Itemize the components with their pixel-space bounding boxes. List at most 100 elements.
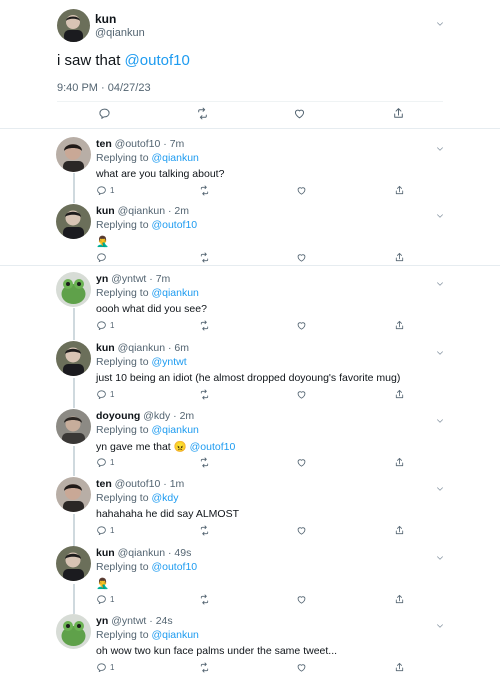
avatar[interactable] (56, 137, 91, 172)
mention-link[interactable]: @qiankun (151, 424, 198, 436)
author-name[interactable]: yn (96, 615, 108, 627)
retweet-icon[interactable] (196, 107, 209, 120)
reply-time[interactable]: 7m (156, 273, 171, 285)
reply-header: kun @qiankun · 6m (96, 342, 189, 354)
avatar[interactable] (56, 341, 91, 376)
author-handle[interactable]: @kdy (143, 410, 170, 422)
like-icon[interactable] (296, 389, 307, 400)
like-icon[interactable] (296, 594, 307, 605)
avatar[interactable] (56, 477, 91, 512)
chevron-down-icon[interactable] (435, 141, 445, 159)
share-icon[interactable] (394, 662, 405, 673)
reply-time[interactable]: 1m (170, 478, 185, 490)
avatar[interactable] (56, 272, 91, 307)
retweet-icon[interactable] (199, 185, 210, 196)
author-handle[interactable]: @outof10 (115, 478, 161, 490)
avatar[interactable] (56, 546, 91, 581)
chevron-down-icon[interactable] (435, 345, 445, 363)
share-icon[interactable] (392, 107, 405, 120)
reply-text: oooh what did you see? (96, 303, 207, 315)
avatar[interactable] (56, 204, 91, 239)
reply-tweet: ten @outof10 · 1m Replying to @kdy hahah… (0, 477, 500, 537)
comment-button[interactable]: 1 (96, 457, 114, 468)
comment-button[interactable]: 1 (96, 662, 114, 673)
chevron-down-icon[interactable] (435, 618, 445, 636)
avatar[interactable] (57, 9, 90, 42)
share-icon[interactable] (394, 185, 405, 196)
comment-button[interactable]: 1 (96, 185, 114, 196)
retweet-icon[interactable] (199, 389, 210, 400)
author-name[interactable]: doyoung (96, 410, 140, 422)
author-handle[interactable]: @yntwt (111, 273, 146, 285)
like-icon[interactable] (296, 457, 307, 468)
mention-link[interactable]: @yntwt (151, 356, 186, 368)
author-name[interactable]: kun (96, 547, 115, 559)
author-name[interactable]: kun (96, 205, 115, 217)
reply-time[interactable]: 24s (156, 615, 173, 627)
reply-time[interactable]: 7m (170, 138, 185, 150)
author-handle[interactable]: @yntwt (111, 615, 146, 627)
mention-link[interactable]: @outof10 (125, 52, 190, 69)
like-icon[interactable] (296, 185, 307, 196)
author-handle[interactable]: @outof10 (115, 138, 161, 150)
action-bar: 1 (96, 185, 406, 197)
chevron-down-icon[interactable] (435, 413, 445, 431)
retweet-icon[interactable] (199, 252, 210, 263)
chevron-down-icon[interactable] (435, 276, 445, 294)
mention-link[interactable]: @outof10 (151, 561, 197, 573)
reply-count: 1 (110, 321, 115, 330)
tweet-timestamp[interactable]: 9:40 PM · 04/27/23 (57, 82, 151, 94)
retweet-icon[interactable] (199, 320, 210, 331)
avatar[interactable] (56, 409, 91, 444)
author-name[interactable]: yn (96, 273, 108, 285)
chevron-down-icon[interactable] (435, 208, 445, 226)
like-icon[interactable] (293, 107, 306, 120)
mention-link[interactable]: @qiankun (151, 152, 198, 164)
like-icon[interactable] (296, 525, 307, 536)
reply-time[interactable]: 2m (174, 205, 189, 217)
mention-link[interactable]: @outof10 (190, 441, 236, 453)
comment-button[interactable]: 1 (96, 389, 114, 400)
author-handle[interactable]: @qiankun (118, 547, 165, 559)
share-icon[interactable] (394, 594, 405, 605)
replying-to-label: Replying to (96, 629, 152, 641)
mention-link[interactable]: @kdy (151, 492, 178, 504)
author-handle[interactable]: @qiankun (118, 342, 165, 354)
share-icon[interactable] (394, 320, 405, 331)
comment-icon[interactable] (96, 252, 107, 263)
chevron-down-icon[interactable] (435, 550, 445, 568)
share-icon[interactable] (394, 389, 405, 400)
comment-icon[interactable] (98, 107, 111, 120)
like-icon[interactable] (296, 662, 307, 673)
reply-text: oh wow two kun face palms under the same… (96, 645, 338, 657)
chevron-down-icon[interactable] (435, 16, 445, 34)
chevron-down-icon[interactable] (435, 481, 445, 499)
author-name[interactable]: kun (95, 12, 116, 26)
retweet-icon[interactable] (199, 662, 210, 673)
like-icon[interactable] (296, 252, 307, 263)
reply-time[interactable]: 6m (174, 342, 189, 354)
like-icon[interactable] (296, 320, 307, 331)
avatar[interactable] (56, 614, 91, 649)
mention-link[interactable]: @qiankun (151, 287, 198, 299)
mention-link[interactable]: @qiankun (151, 629, 198, 641)
reply-time[interactable]: 49s (174, 547, 191, 559)
retweet-icon[interactable] (199, 594, 210, 605)
comment-button[interactable]: 1 (96, 525, 114, 536)
mention-link[interactable]: @outof10 (151, 219, 197, 231)
reply-tweet: kun @qiankun · 6m Replying to @yntwt jus… (0, 341, 500, 401)
share-icon[interactable] (394, 525, 405, 536)
share-icon[interactable] (394, 252, 405, 263)
retweet-icon[interactable] (199, 525, 210, 536)
action-bar (96, 252, 406, 264)
reply-time[interactable]: 2m (180, 410, 195, 422)
author-name[interactable]: ten (96, 138, 112, 150)
author-handle[interactable]: @qiankun (118, 205, 165, 217)
author-name[interactable]: ten (96, 478, 112, 490)
comment-button[interactable]: 1 (96, 320, 114, 331)
author-handle[interactable]: @qiankun (95, 27, 145, 39)
share-icon[interactable] (394, 457, 405, 468)
comment-button[interactable]: 1 (96, 594, 114, 605)
retweet-icon[interactable] (199, 457, 210, 468)
author-name[interactable]: kun (96, 342, 115, 354)
